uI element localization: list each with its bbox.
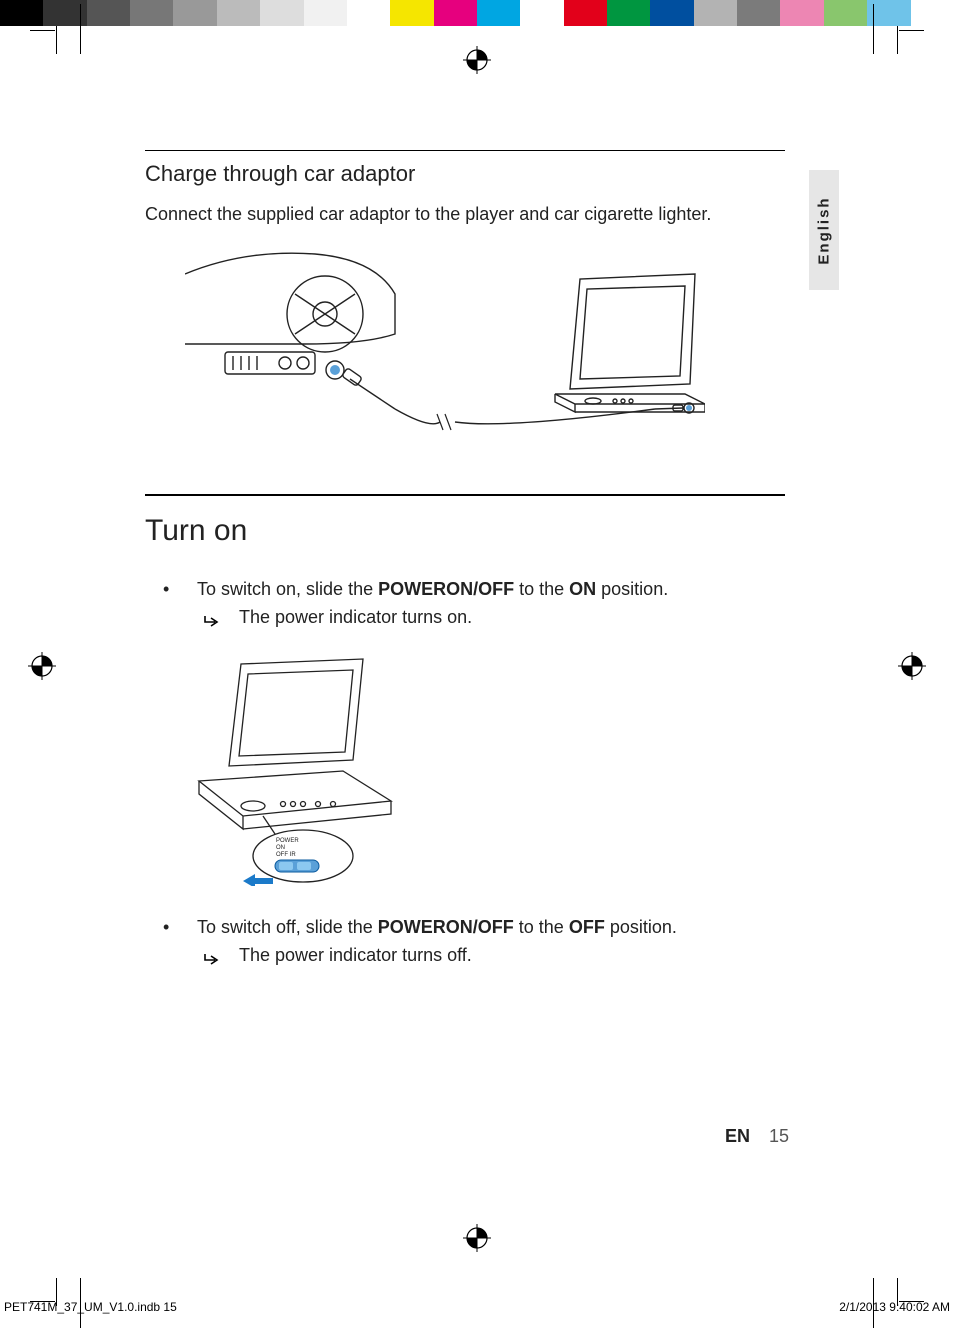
print-timestamp: 2/1/2013 9:40:02 AM [839, 1300, 950, 1314]
result-arrow-icon [203, 609, 221, 623]
keyword: ON/OFF [446, 579, 514, 599]
instruction-list: To switch off, slide the POWERON/OFF to … [145, 914, 785, 970]
page-content: Charge through car adaptor Connect the s… [145, 150, 785, 974]
body-text: Connect the supplied car adaptor to the … [145, 201, 785, 228]
page-footer: EN 15 [725, 1126, 789, 1147]
language-tab: English [809, 170, 839, 290]
text: to the [514, 917, 569, 937]
text: The power indicator turns off. [239, 945, 472, 965]
list-item: To switch on, slide the POWERON/OFF to t… [163, 576, 785, 632]
result-arrow-icon [203, 947, 221, 961]
crop-mark [30, 30, 55, 31]
instruction-list: To switch on, slide the POWERON/OFF to t… [145, 576, 785, 632]
text: To switch on, slide the [197, 579, 378, 599]
page-number: 15 [769, 1126, 789, 1146]
registration-mark-icon [463, 1224, 491, 1252]
keyword: ON [569, 579, 596, 599]
crop-mark [873, 4, 874, 54]
crop-mark [56, 26, 57, 54]
sub-item: The power indicator turns off. [197, 942, 785, 970]
text: position. [605, 917, 677, 937]
sub-item: The power indicator turns on. [197, 604, 785, 632]
print-file-name: PET741M_37_UM_V1.0.indb 15 [4, 1300, 177, 1314]
text: position. [596, 579, 668, 599]
language-tab-label: English [816, 196, 833, 264]
switch-label-on: ON [276, 845, 285, 851]
footer-lang: EN [725, 1126, 750, 1146]
keyword: ON/OFF [446, 917, 514, 937]
switch-label-off: OFF IR [276, 852, 296, 858]
registration-mark-icon [28, 652, 56, 680]
subsection-title: Charge through car adaptor [145, 161, 785, 187]
crop-mark [899, 30, 924, 31]
registration-mark-icon [463, 46, 491, 74]
switch-label-power: POWER [276, 838, 299, 844]
list-item: To switch off, slide the POWERON/OFF to … [163, 914, 785, 970]
section-title: Turn on [145, 514, 785, 548]
divider [145, 150, 785, 151]
keyword: POWER [378, 917, 446, 937]
text: to the [514, 579, 569, 599]
crop-mark [897, 26, 898, 54]
keyword: POWER [378, 579, 446, 599]
divider-thick [145, 494, 785, 496]
text: The power indicator turns on. [239, 607, 472, 627]
print-color-bar [0, 0, 954, 26]
keyword: OFF [569, 917, 605, 937]
figure-power-switch: POWER ON OFF IR [193, 656, 393, 886]
figure-car-adaptor [185, 244, 705, 444]
registration-mark-icon [898, 652, 926, 680]
text: To switch off, slide the [197, 917, 378, 937]
crop-mark [80, 4, 81, 54]
